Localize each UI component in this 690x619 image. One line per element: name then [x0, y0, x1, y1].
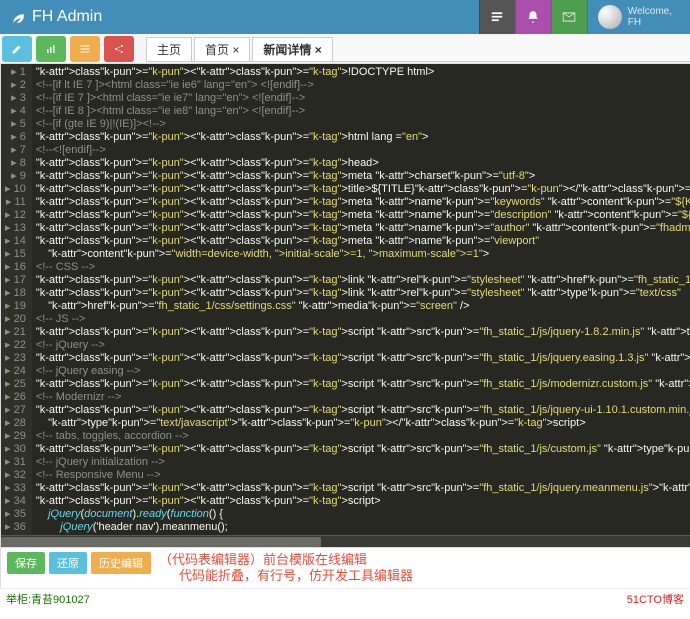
footer-note-line1: （代码表编辑器）前台模版在线编辑	[159, 552, 413, 568]
leaf-icon	[10, 9, 26, 25]
footer-buttons: 保存还原历史编辑	[7, 552, 151, 574]
brand: FH Admin	[0, 8, 102, 26]
tab-0[interactable]: 主页	[146, 37, 192, 61]
bottom-bar: 举柜:青苔901027 51CTO博客	[0, 588, 690, 609]
editor-area: ▸ 1▸ 2▸ 3▸ 4▸ 5▸ 6▸ 7▸ 8▸ 9▸ 10▸ 11▸ 12▸…	[1, 64, 690, 588]
footer-button-1[interactable]: 还原	[49, 552, 87, 574]
tab-2[interactable]: 新闻详情 ×	[252, 37, 332, 61]
tasks-button[interactable]	[479, 0, 515, 34]
tabs-bar: 主页首页 ×新闻详情 ×	[146, 36, 690, 62]
scroll-thumb[interactable]	[1, 537, 321, 547]
messages-button[interactable]	[551, 0, 587, 34]
footer-button-0[interactable]: 保存	[7, 552, 45, 574]
code-editor[interactable]: ▸ 1▸ 2▸ 3▸ 4▸ 5▸ 6▸ 7▸ 8▸ 9▸ 10▸ 11▸ 12▸…	[1, 64, 690, 535]
user-menu[interactable]: Welcome, FH	[587, 0, 690, 34]
footer-button-2[interactable]: 历史编辑	[91, 552, 151, 574]
tool-chart[interactable]	[36, 36, 66, 62]
footer-note: （代码表编辑器）前台模版在线编辑 代码能折叠，有行号，仿开发工具编辑器	[159, 552, 413, 584]
qq-label: 举柜:青苔901027	[6, 591, 90, 607]
welcome-label: Welcome,	[628, 6, 672, 17]
footer-note-line2: 代码能折叠，有行号，仿开发工具编辑器	[159, 568, 413, 584]
horizontal-scrollbar[interactable]	[1, 535, 690, 547]
welcome-block: Welcome, FH	[628, 6, 686, 28]
top-actions: Welcome, FH	[479, 0, 690, 34]
tool-edit[interactable]	[2, 36, 32, 62]
tab-1[interactable]: 首页 ×	[194, 37, 250, 61]
notifications-button[interactable]	[515, 0, 551, 34]
topbar: FH Admin Welcome, FH	[0, 0, 690, 34]
toolbar-row: 主页首页 ×新闻详情 ×	[0, 34, 690, 64]
cto-label: 51CTO博客	[627, 591, 684, 607]
brand-text: FH Admin	[32, 8, 102, 26]
tool-list[interactable]	[70, 36, 100, 62]
gutter: ▸ 1▸ 2▸ 3▸ 4▸ 5▸ 6▸ 7▸ 8▸ 9▸ 10▸ 11▸ 12▸…	[1, 64, 32, 535]
avatar	[598, 5, 622, 29]
tool-share[interactable]	[104, 36, 134, 62]
footer-bar: 保存还原历史编辑 （代码表编辑器）前台模版在线编辑 代码能折叠，有行号，仿开发工…	[1, 547, 690, 588]
welcome-user: FH	[628, 17, 672, 28]
code-content[interactable]: "k-attr">class"k-pun">="k-pun"><"k-attr"…	[32, 64, 690, 535]
